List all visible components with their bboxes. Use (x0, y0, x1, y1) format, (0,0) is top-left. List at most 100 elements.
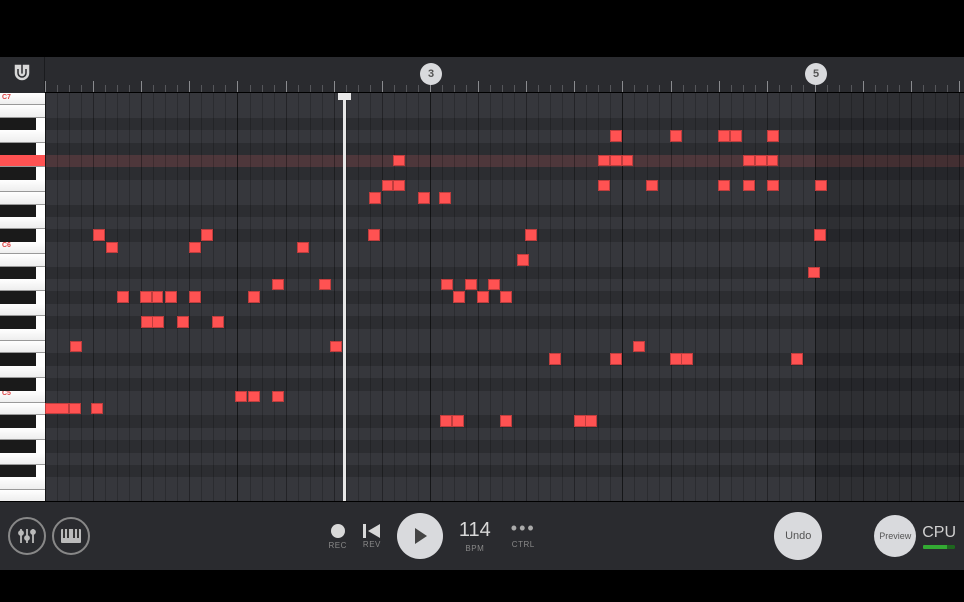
piano-keyboard[interactable]: C7C6C5 (0, 93, 45, 501)
midi-note[interactable] (453, 291, 465, 302)
midi-note[interactable] (297, 242, 309, 253)
mixer-button[interactable] (8, 517, 46, 555)
midi-note[interactable] (743, 180, 755, 191)
midi-note[interactable] (91, 403, 103, 414)
midi-note[interactable] (393, 180, 405, 191)
midi-note[interactable] (500, 415, 512, 426)
white-key[interactable] (0, 329, 45, 341)
keyboard-view-button[interactable] (52, 517, 90, 555)
ruler-area[interactable]: 35 (45, 57, 964, 92)
midi-note[interactable] (165, 291, 177, 302)
midi-note[interactable] (465, 279, 477, 290)
midi-note[interactable] (500, 291, 512, 302)
midi-note[interactable] (272, 279, 284, 290)
black-key[interactable] (0, 316, 36, 328)
bpm-display[interactable]: 114 BPM (459, 519, 491, 553)
midi-note[interactable] (815, 180, 827, 191)
undo-button[interactable]: Undo (774, 512, 822, 560)
play-button[interactable] (397, 513, 443, 559)
midi-note[interactable] (140, 291, 152, 302)
white-key[interactable] (0, 403, 45, 415)
midi-note[interactable] (106, 242, 118, 253)
midi-note[interactable] (755, 155, 767, 166)
midi-note[interactable] (248, 391, 260, 402)
midi-note[interactable] (610, 155, 622, 166)
midi-note[interactable] (610, 130, 622, 141)
midi-note[interactable] (791, 353, 803, 364)
midi-note[interactable] (814, 229, 826, 240)
midi-note[interactable] (189, 291, 201, 302)
white-key[interactable] (0, 130, 45, 142)
midi-note[interactable] (441, 279, 453, 290)
white-key[interactable] (0, 217, 45, 229)
white-key[interactable] (0, 105, 45, 117)
midi-note[interactable] (439, 192, 451, 203)
midi-note[interactable] (189, 242, 201, 253)
white-key[interactable] (0, 192, 45, 204)
midi-note[interactable] (477, 291, 489, 302)
midi-note[interactable] (177, 316, 189, 327)
midi-note[interactable] (152, 291, 163, 302)
white-key[interactable] (0, 279, 45, 291)
midi-note[interactable] (718, 180, 730, 191)
midi-note[interactable] (622, 155, 633, 166)
white-key[interactable] (0, 304, 45, 316)
black-key[interactable] (0, 465, 36, 477)
midi-note[interactable] (117, 291, 129, 302)
midi-note[interactable] (440, 415, 452, 426)
white-key[interactable] (0, 254, 45, 266)
midi-note[interactable] (201, 229, 213, 240)
white-key[interactable] (0, 477, 45, 489)
midi-note[interactable] (212, 316, 224, 327)
midi-note[interactable] (368, 229, 380, 240)
midi-note[interactable] (767, 180, 779, 191)
midi-note[interactable] (382, 180, 393, 191)
black-key[interactable] (0, 353, 36, 365)
midi-note[interactable] (767, 130, 779, 141)
bar-marker[interactable]: 5 (805, 63, 827, 85)
midi-note[interactable] (808, 267, 820, 278)
white-key[interactable] (0, 428, 45, 440)
midi-note[interactable] (93, 229, 105, 240)
midi-note[interactable] (393, 155, 405, 166)
midi-note[interactable] (670, 130, 682, 141)
cpu-meter[interactable]: CPU (922, 524, 956, 549)
midi-note[interactable] (525, 229, 537, 240)
black-key[interactable] (0, 143, 36, 155)
midi-note[interactable] (272, 391, 284, 402)
black-key[interactable] (0, 415, 36, 427)
midi-note[interactable] (235, 391, 247, 402)
white-key[interactable] (0, 341, 45, 353)
snap-button[interactable] (0, 57, 45, 93)
preview-button[interactable]: Preview (874, 515, 916, 557)
white-key[interactable] (0, 366, 45, 378)
timeline-ruler[interactable]: 35 (0, 57, 964, 93)
midi-note[interactable] (418, 192, 430, 203)
midi-note[interactable] (585, 415, 597, 426)
black-key[interactable] (0, 118, 36, 130)
midi-note[interactable] (549, 353, 561, 364)
white-key[interactable] (0, 180, 45, 192)
midi-note[interactable] (743, 155, 755, 166)
midi-note[interactable] (681, 353, 693, 364)
midi-note[interactable] (330, 341, 342, 352)
midi-note[interactable] (646, 180, 658, 191)
black-key[interactable] (0, 378, 36, 390)
midi-note[interactable] (598, 155, 610, 166)
black-key[interactable] (0, 291, 36, 303)
midi-note[interactable] (69, 403, 81, 414)
midi-note[interactable] (152, 316, 164, 327)
playhead[interactable] (343, 93, 346, 501)
ctrl-menu-button[interactable]: ••• CTRL (511, 524, 536, 549)
midi-note[interactable] (452, 415, 464, 426)
black-key[interactable] (0, 267, 36, 279)
black-key[interactable] (0, 205, 36, 217)
midi-note[interactable] (319, 279, 331, 290)
white-key[interactable] (0, 155, 45, 167)
black-key[interactable] (0, 167, 36, 179)
midi-note[interactable] (718, 130, 730, 141)
white-key[interactable] (0, 453, 45, 465)
midi-note[interactable] (517, 254, 529, 265)
midi-note[interactable] (70, 341, 82, 352)
bar-marker[interactable]: 3 (420, 63, 442, 85)
